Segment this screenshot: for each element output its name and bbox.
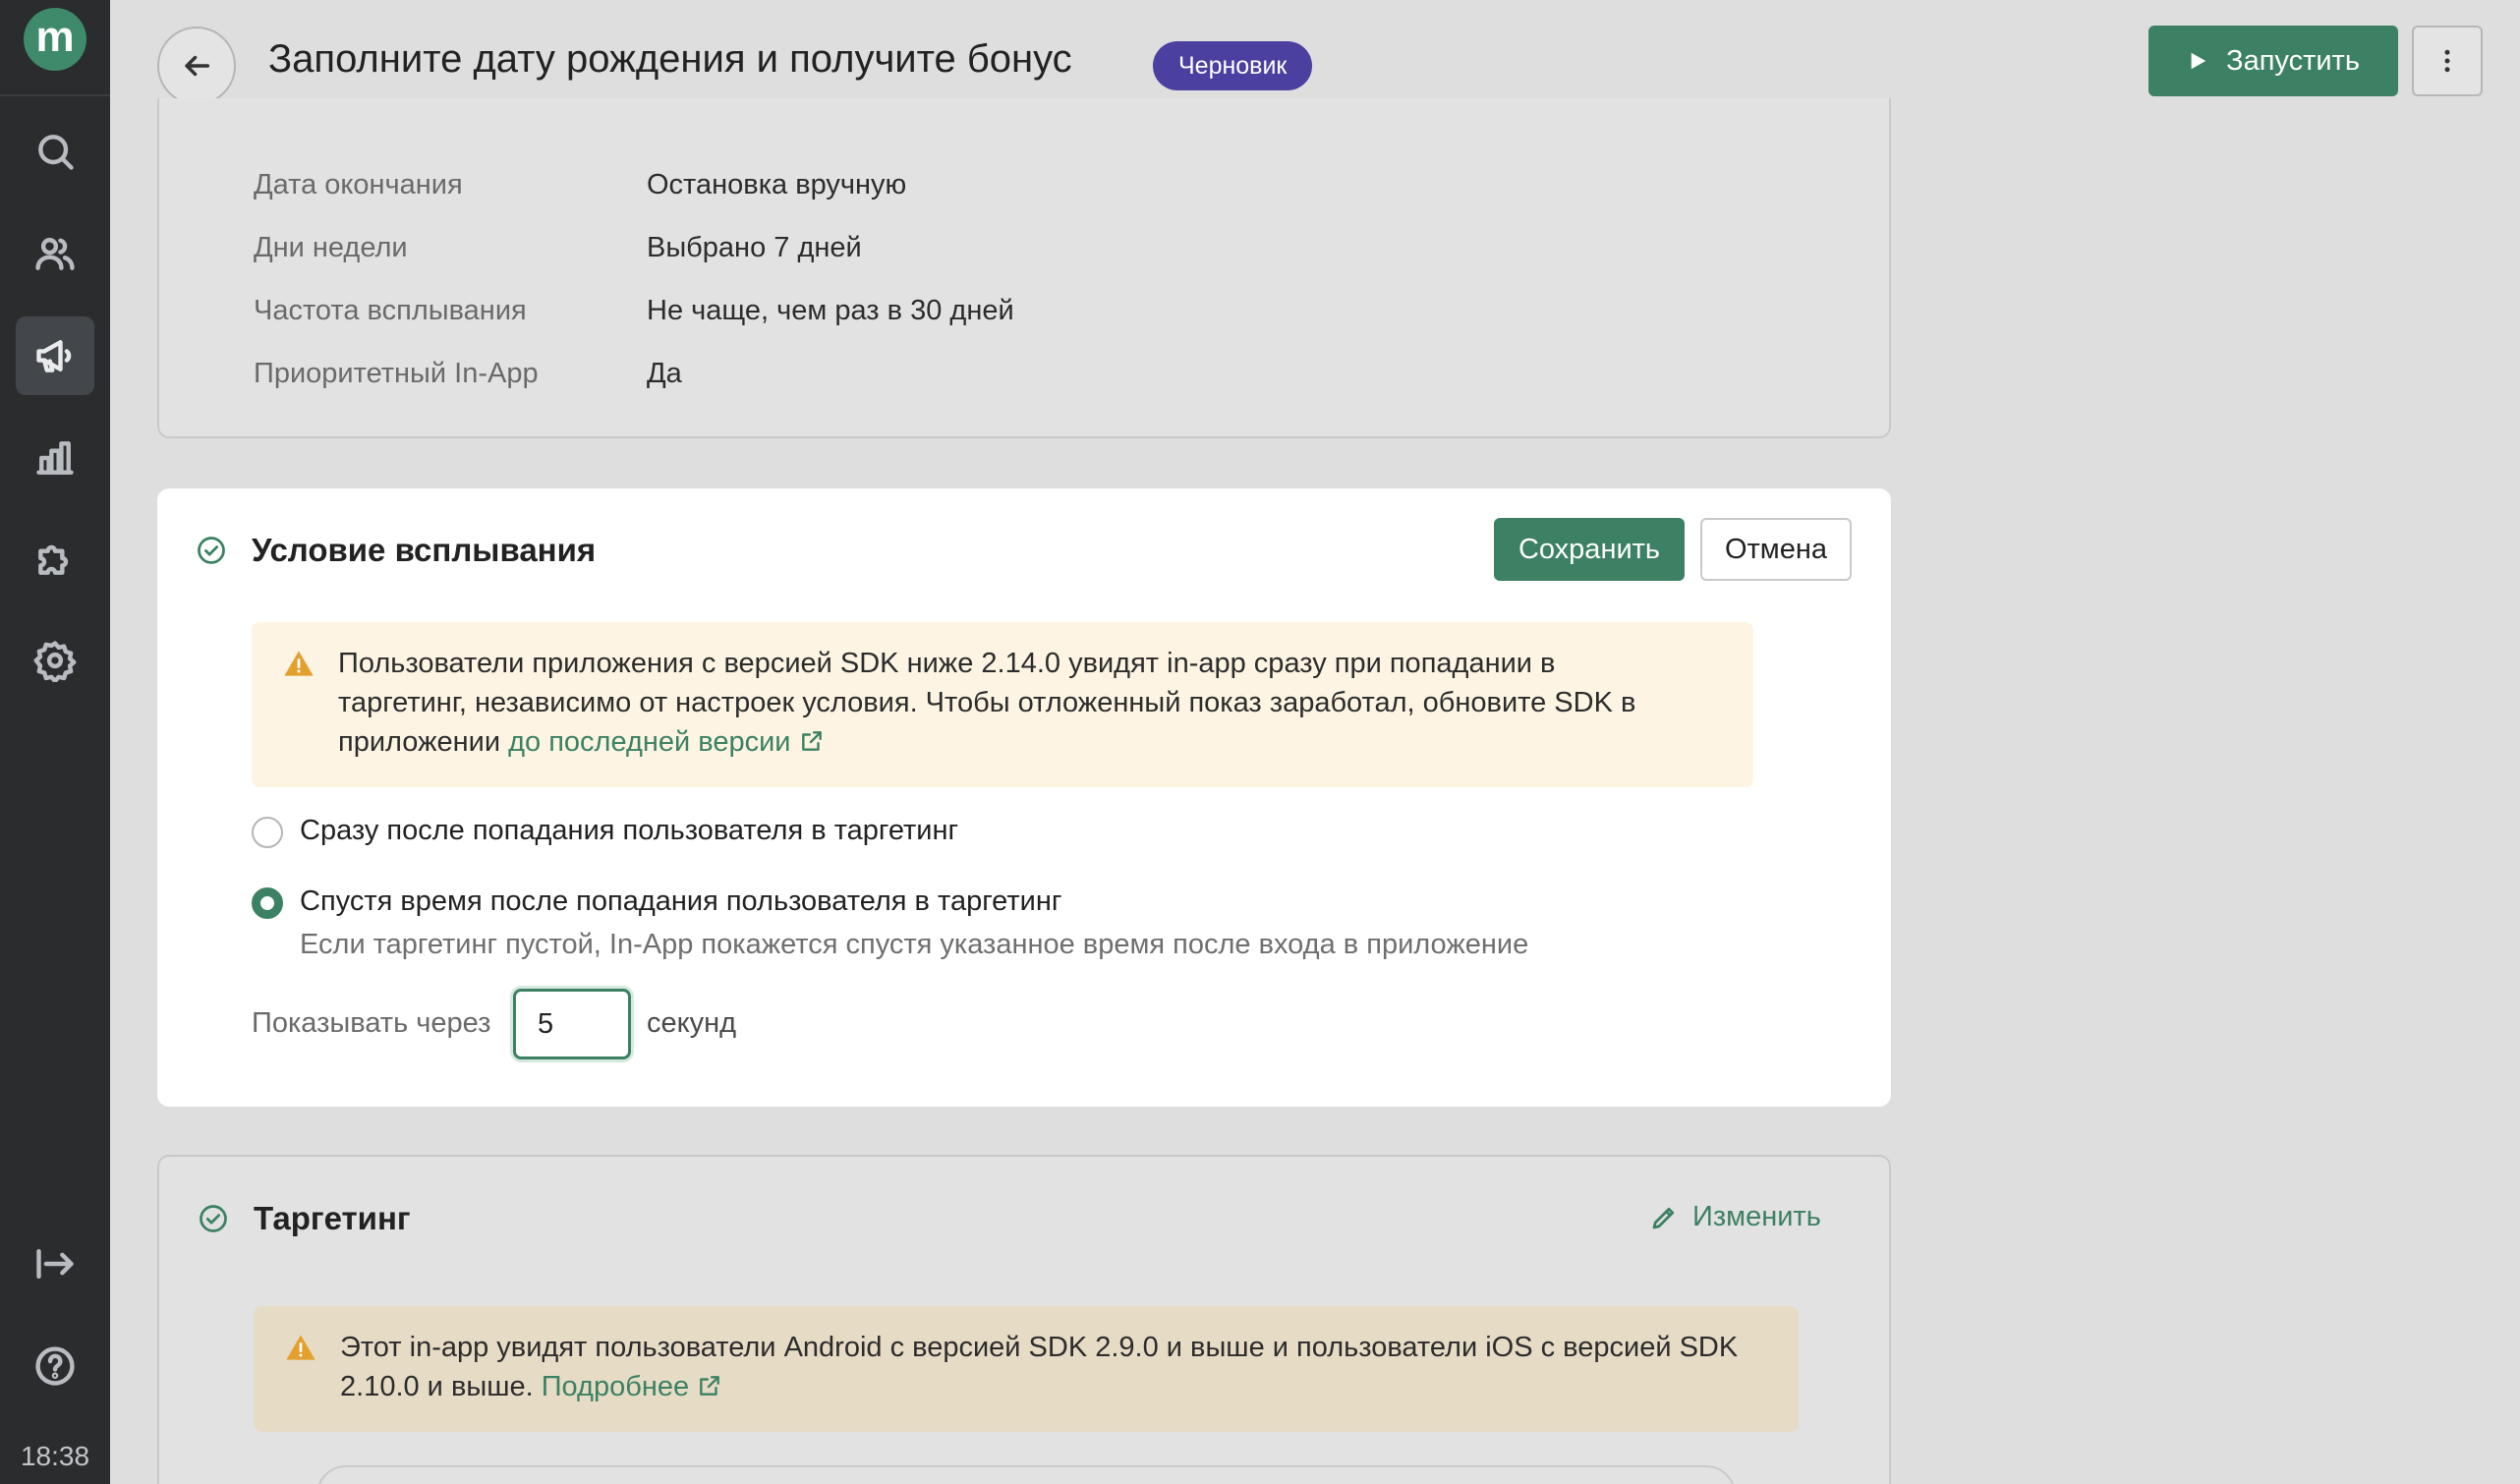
delay-seconds-input[interactable] [513, 989, 631, 1059]
edit-targeting-label: Изменить [1692, 1201, 1821, 1232]
external-link-icon[interactable] [697, 1370, 722, 1396]
sidebar-divider [0, 94, 110, 96]
sidebar-item-logout[interactable] [16, 1225, 94, 1303]
targeting-card: Таргетинг Изменить Этот in-app увидят по… [157, 1155, 1891, 1484]
warning-line: приложении до последней версии [338, 722, 1714, 762]
targeting-warning-text: Этот in-app увидят пользователи Android … [340, 1328, 1759, 1406]
delay-label: Показывать через [252, 1007, 491, 1039]
sidebar-item-analytics[interactable] [16, 419, 94, 497]
check-circle-icon [199, 1204, 228, 1233]
warning-line: таргетинг, независимо от настроек услови… [338, 687, 1636, 718]
megaphone-icon [36, 340, 72, 372]
puzzle-icon [38, 544, 69, 575]
radio-immediately[interactable] [252, 817, 283, 848]
clock: 18:38 [20, 1441, 90, 1471]
warning-line-text: приложении [338, 726, 509, 758]
arrow-left-icon [185, 55, 210, 77]
sidebar: m 18:38 [0, 0, 110, 1484]
targeting-section-title: Таргетинг [254, 1200, 411, 1236]
back-button[interactable] [157, 27, 236, 105]
condition-section-title: Условие всплывания [252, 532, 597, 568]
app-logo[interactable]: m [24, 8, 86, 71]
sdk-warning-box: Пользователи приложения с версией SDK ни… [252, 622, 1753, 787]
logout-icon [36, 1248, 74, 1280]
pencil-icon [1652, 1207, 1675, 1228]
radio-delayed-hint: Если таргетинг пустой, In-App покажется … [300, 929, 1529, 960]
latest-version-link[interactable]: до последней версии [508, 726, 790, 758]
gear-icon [33, 641, 77, 682]
sidebar-item-settings[interactable] [16, 621, 94, 700]
sdk-warning-text: Пользователи приложения с версией SDK ни… [338, 644, 1714, 762]
sidebar-item-users[interactable] [16, 214, 94, 293]
more-options-button[interactable] [2412, 26, 2483, 96]
edit-targeting-button[interactable]: Изменить [1649, 1201, 1821, 1233]
sidebar-item-help[interactable] [16, 1327, 94, 1405]
page-title: Заполните дату рождения и получите бонус [268, 37, 1072, 81]
targeting-warning-box: Этот in-app увидят пользователи Android … [254, 1306, 1799, 1432]
warning-icon [285, 1332, 316, 1363]
end-date-value: Остановка вручную [647, 169, 907, 200]
sidebar-item-campaigns[interactable] [16, 316, 94, 395]
radio-delayed-label[interactable]: Спустя время после попадания пользовател… [300, 885, 1061, 918]
warning-icon [283, 648, 315, 679]
more-vertical-icon [2444, 49, 2450, 73]
radio-immediately-label[interactable]: Сразу после попадания пользователя в тар… [300, 815, 958, 847]
frequency-label: Частота всплывания [254, 295, 527, 326]
priority-value: Да [647, 358, 682, 389]
learn-more-link[interactable]: Подробнее [542, 1371, 689, 1402]
delay-unit-label: секунд [647, 1007, 737, 1039]
segment-block [316, 1465, 1736, 1484]
run-button[interactable]: Запустить [2148, 26, 2398, 96]
sidebar-item-integrations[interactable] [16, 519, 94, 598]
analytics-icon [36, 441, 74, 475]
play-icon [2191, 52, 2206, 70]
priority-label: Приоритетный In-App [254, 358, 539, 389]
weekdays-label: Дни недели [254, 232, 408, 263]
save-button[interactable]: Сохранить [1494, 518, 1685, 581]
warning-line: 2.10.0 и выше. Подробнее [340, 1367, 1759, 1406]
weekdays-value: Выбрано 7 дней [647, 232, 862, 263]
warning-line: Пользователи приложения с версией SDK ни… [338, 648, 1556, 679]
end-date-label: Дата окончания [254, 169, 463, 200]
frequency-value: Не чаще, чем раз в 30 дней [647, 295, 1014, 326]
warning-line: Этот in-app увидят пользователи Android … [340, 1332, 1739, 1363]
check-circle-icon [197, 536, 226, 565]
help-icon [35, 1346, 75, 1386]
sidebar-item-search[interactable] [16, 112, 94, 191]
cancel-button[interactable]: Отмена [1700, 518, 1852, 581]
warning-line-text: 2.10.0 и выше. [340, 1371, 542, 1402]
external-link-icon[interactable] [799, 725, 825, 751]
display-condition-card: Условие всплывания Сохранить Отмена Поль… [157, 488, 1891, 1107]
status-badge: Черновик [1153, 41, 1313, 90]
run-button-label: Запустить [2226, 44, 2360, 77]
radio-delayed[interactable] [252, 887, 283, 919]
settings-summary-card: Дата окончания Остановка вручную Дни нед… [157, 98, 1891, 438]
users-icon [35, 238, 75, 270]
search-icon [38, 135, 74, 170]
